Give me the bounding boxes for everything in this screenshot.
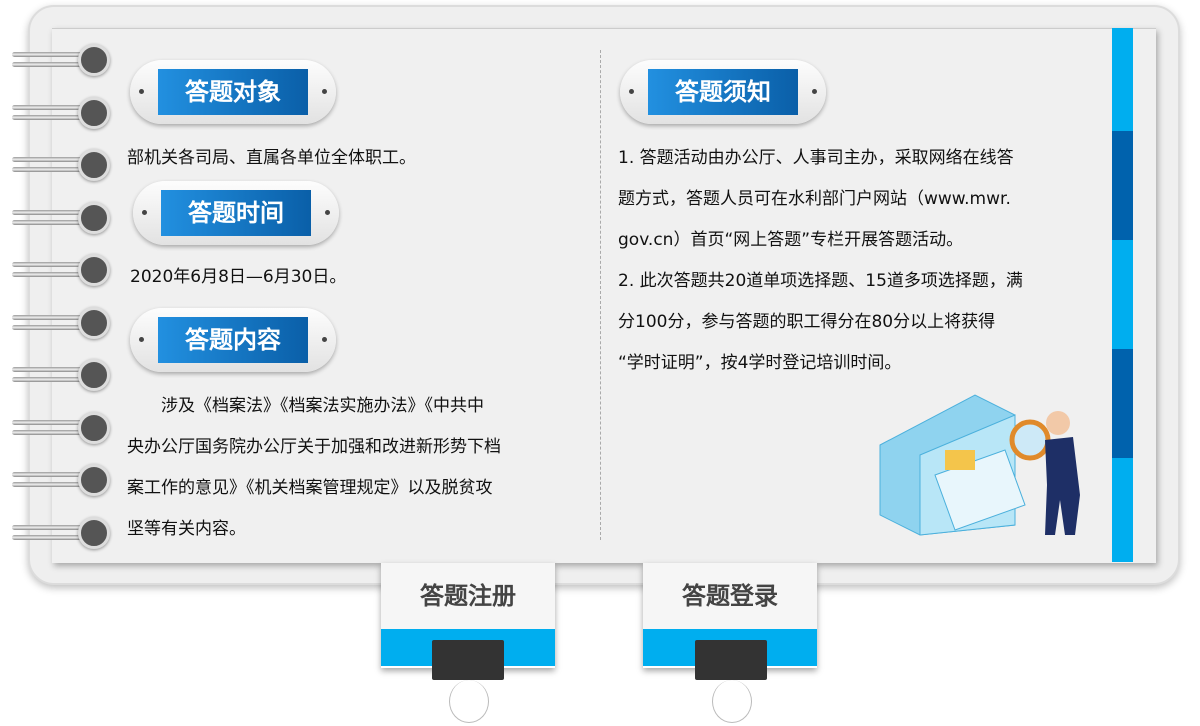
stripe-segment (1112, 28, 1133, 131)
clip-handle (449, 680, 489, 723)
section-heading-content: 答题内容 (130, 308, 336, 372)
stripe-segment (1112, 240, 1133, 349)
text-line: gov.cn）首页“网上答题”专栏开展答题活动。 (618, 230, 964, 250)
spiral-ring (12, 95, 110, 131)
spiral-ring (12, 147, 110, 183)
login-label: 答题登录 (643, 563, 817, 629)
stripe-segment (1112, 131, 1133, 240)
text-line: 涉及《档案法》《档案法实施办法》《中共中 (127, 396, 484, 416)
binder-clip-icon (695, 640, 767, 680)
stripe-segment (1112, 349, 1133, 458)
text-line: 坚等有关内容。 (127, 519, 246, 539)
text-line: 分100分，参与答题的职工得分在80分以上将获得 (618, 312, 996, 332)
section-heading-time: 答题时间 (133, 181, 339, 245)
section-heading-target: 答题对象 (130, 60, 336, 124)
text-line: 案工作的意见》《机关档案管理规定》以及脱贫攻 (127, 478, 493, 498)
spiral-ring (12, 357, 110, 393)
heading-label: 答题须知 (648, 69, 798, 115)
section-heading-notice: 答题须知 (620, 60, 826, 124)
spiral-ring (12, 42, 110, 78)
spiral-ring (12, 200, 110, 236)
content-text: 涉及《档案法》《档案法实施办法》《中共中 央办公厅国务院办公厅关于加强和改进新形… (127, 386, 577, 550)
text-line: 央办公厅国务院办公厅关于加强和改进新形势下档 (127, 437, 501, 457)
heading-label: 答题内容 (158, 317, 308, 363)
file-cabinet-illustration (879, 394, 1080, 536)
spiral-ring (12, 410, 110, 446)
spiral-ring (12, 515, 110, 551)
heading-label: 答题时间 (161, 190, 311, 236)
binder-clip-icon (432, 640, 504, 680)
spiral-ring (12, 462, 110, 498)
text-line: 1. 答题活动由办公厅、人事司主办，采取网络在线答 (618, 148, 1014, 168)
text-line: 2. 此次答题共20道单项选择题、15道多项选择题，满 (618, 271, 1023, 291)
text-line: 题方式，答题人员可在水利部门户网站（www.mwr. (618, 189, 1011, 209)
clip-handle (712, 680, 752, 723)
text-line: “学时证明”，按4学时登记培训时间。 (618, 353, 902, 373)
stripe-segment (1112, 458, 1133, 562)
column-divider (600, 50, 601, 540)
notice-text: 1. 答题活动由办公厅、人事司主办，采取网络在线答 题方式，答题人员可在水利部门… (618, 138, 1098, 384)
register-label: 答题注册 (381, 563, 555, 629)
spiral-ring (12, 305, 110, 341)
target-text: 部机关各司局、直属各单位全体职工。 (127, 148, 416, 168)
heading-label: 答题对象 (158, 69, 308, 115)
time-text: 2020年6月8日—6月30日。 (130, 267, 347, 287)
spiral-ring (12, 252, 110, 288)
